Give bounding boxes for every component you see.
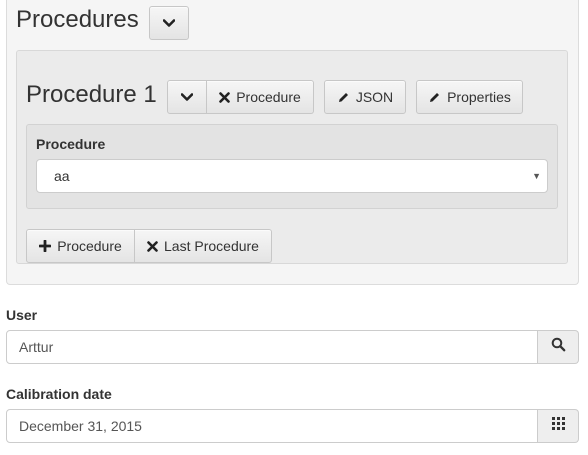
procedure-field-label: Procedure xyxy=(36,136,106,152)
remove-last-procedure-button[interactable]: Last Procedure xyxy=(135,229,272,263)
user-search-button[interactable] xyxy=(538,330,579,364)
close-icon xyxy=(219,91,231,103)
procedures-toggle-button[interactable] xyxy=(149,6,189,40)
user-label: User xyxy=(6,307,38,323)
calibration-date-input[interactable]: December 31, 2015 xyxy=(6,409,538,443)
close-icon xyxy=(147,240,158,252)
chevron-down-icon xyxy=(181,92,193,102)
pencil-icon xyxy=(337,91,350,104)
user-input[interactable]: Arttur xyxy=(6,330,538,364)
user-input-value: Arttur xyxy=(19,339,54,355)
calibration-date-value: December 31, 2015 xyxy=(19,418,142,434)
calendar-grid-icon xyxy=(551,417,565,435)
edit-json-label: JSON xyxy=(355,89,394,105)
plus-icon xyxy=(39,240,52,252)
remove-procedure-button[interactable]: Procedure xyxy=(207,80,314,114)
edit-properties-label: Properties xyxy=(447,89,511,105)
chevron-down-icon xyxy=(163,18,175,28)
search-icon xyxy=(551,337,566,357)
calibration-date-picker-button[interactable] xyxy=(538,409,579,443)
procedures-title: Procedures xyxy=(16,6,139,33)
remove-procedure-label: Procedure xyxy=(236,89,301,105)
procedure-1-title: Procedure 1 xyxy=(26,81,157,108)
procedure-select[interactable]: aa ▼ xyxy=(36,159,548,193)
procedure-1-collapse-button[interactable] xyxy=(167,80,207,114)
add-procedure-label: Procedure xyxy=(57,238,122,254)
edit-json-button[interactable]: JSON xyxy=(324,80,406,114)
edit-properties-button[interactable]: Properties xyxy=(416,80,523,114)
add-procedure-button[interactable]: Procedure xyxy=(26,229,135,263)
calibration-date-label: Calibration date xyxy=(6,386,112,402)
caret-down-icon: ▼ xyxy=(532,171,541,181)
remove-last-procedure-label: Last Procedure xyxy=(164,238,259,254)
pencil-icon xyxy=(428,91,441,104)
procedure-select-value: aa xyxy=(54,168,70,184)
